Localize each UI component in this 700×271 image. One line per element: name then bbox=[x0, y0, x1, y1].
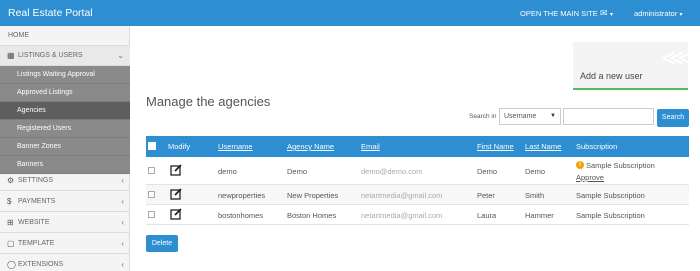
cell-agency-name: Demo bbox=[287, 167, 308, 176]
cell-first-name: Peter bbox=[477, 191, 495, 200]
cell-username: newproperties bbox=[218, 191, 266, 200]
sidebar: HOME ▦ LISTINGS & USERS ⌄ Listings Waiti… bbox=[0, 26, 130, 271]
table-row: bostonhomes Boston Homes netartmedia@gma… bbox=[146, 205, 689, 225]
sidebar-item-label: PAYMENTS bbox=[18, 198, 56, 205]
sidebar-item-label: EXTENSIONS bbox=[18, 261, 64, 268]
cell-subscription: Sample Subscription bbox=[576, 191, 645, 200]
cell-agency-name: Boston Homes bbox=[287, 211, 337, 220]
chevron-down-icon: ⌄ bbox=[117, 51, 124, 60]
sidebar-item-template[interactable]: ▢ TEMPLATE ‹ bbox=[0, 234, 130, 254]
chevron-left-icon: ‹ bbox=[121, 218, 124, 227]
cell-last-name: Smith bbox=[525, 191, 545, 200]
table-row: demo Demo demo@demo.com Demo Demo ! Sampl… bbox=[146, 157, 689, 185]
caret-down-icon: ▼ bbox=[550, 113, 556, 119]
cell-first-name: Laura bbox=[477, 211, 497, 220]
column-header-modify: Modify bbox=[168, 142, 191, 151]
cell-email: netartmedia@gmail.com bbox=[361, 211, 443, 220]
chevron-left-icon: ‹ bbox=[121, 176, 124, 185]
sidebar-subitem-label: Banner Zones bbox=[17, 143, 61, 150]
sidebar-item-home[interactable]: HOME bbox=[0, 26, 130, 46]
add-new-user-label: Add a new user bbox=[580, 71, 643, 81]
page-title: Manage the agencies bbox=[146, 94, 271, 109]
warning-icon: ! bbox=[576, 161, 584, 169]
cell-last-name: Hammer bbox=[525, 211, 554, 220]
top-navbar: Real Estate Portal OPEN THE MAIN SITE ✉ … bbox=[0, 0, 700, 26]
cell-username: bostonhomes bbox=[218, 211, 264, 220]
edit-icon[interactable] bbox=[170, 164, 182, 176]
sidebar-subitem-listings-waiting[interactable]: Listings Waiting Approval bbox=[0, 66, 130, 84]
sidebar-subitem-label: Registered Users bbox=[17, 125, 72, 132]
edit-icon[interactable] bbox=[170, 208, 182, 220]
chevron-left-icon: ‹ bbox=[121, 197, 124, 206]
sidebar-subitem-label: Agencies bbox=[17, 107, 46, 114]
cell-email: netartmedia@gmail.com bbox=[361, 191, 443, 200]
app-title[interactable]: Real Estate Portal bbox=[8, 7, 93, 19]
search-in-label: Search in bbox=[469, 113, 497, 120]
sitemap-icon: ⊞ bbox=[7, 218, 14, 227]
envelope-icon[interactable]: ✉ ▾ bbox=[600, 8, 613, 19]
gears-icon: ⚙ bbox=[7, 176, 15, 185]
sidebar-item-label: TEMPLATE bbox=[18, 240, 55, 247]
admin-menu[interactable]: administrator ▾ bbox=[634, 9, 682, 18]
column-header-email[interactable]: Email bbox=[361, 142, 380, 151]
approve-link[interactable]: Approve bbox=[576, 173, 604, 182]
sidebar-item-settings[interactable]: ⚙ SETTINGS ‹ bbox=[0, 171, 130, 191]
sidebar-subitem-agencies[interactable]: Agencies bbox=[0, 102, 130, 120]
subscription-label: Sample Subscription bbox=[586, 161, 655, 170]
search-input[interactable] bbox=[563, 108, 654, 125]
sidebar-item-label: HOME bbox=[8, 32, 29, 39]
delete-button[interactable]: Delete bbox=[146, 235, 178, 252]
search-field-select[interactable]: Username ▼ bbox=[499, 108, 561, 125]
add-new-user-card[interactable]: ⋘ Add a new user bbox=[573, 42, 692, 90]
sidebar-item-label: WEBSITE bbox=[18, 219, 50, 226]
sidebar-item-extensions[interactable]: ◯ EXTENSIONS ‹ bbox=[0, 255, 130, 271]
sidebar-item-listings-users[interactable]: ▦ LISTINGS & USERS ⌄ bbox=[0, 46, 130, 66]
table-icon: ▦ bbox=[7, 51, 15, 60]
table-header: Modify Username Agency Name Email First … bbox=[146, 136, 689, 157]
sidebar-subitem-label: Banners bbox=[17, 161, 44, 168]
select-all-checkbox[interactable] bbox=[148, 142, 156, 150]
cell-agency-name: New Properties bbox=[287, 191, 339, 200]
column-header-agency-name[interactable]: Agency Name bbox=[287, 142, 334, 151]
admin-label: administrator bbox=[634, 9, 678, 18]
column-header-subscription: Subscription bbox=[576, 142, 618, 151]
column-header-first-name[interactable]: First Name bbox=[477, 142, 514, 151]
open-main-site-link[interactable]: OPEN THE MAIN SITE bbox=[520, 9, 598, 18]
row-checkbox[interactable] bbox=[148, 191, 155, 198]
cell-first-name: Demo bbox=[477, 167, 498, 176]
sidebar-subitem-approved-listings[interactable]: Approved Listings bbox=[0, 84, 130, 102]
table-row: newproperties New Properties netartmedia… bbox=[146, 185, 689, 205]
dollar-icon: $ bbox=[7, 197, 12, 206]
chevron-left-icon: ‹ bbox=[121, 260, 124, 269]
square-icon: ▢ bbox=[7, 239, 15, 248]
column-header-username[interactable]: Username bbox=[218, 142, 253, 151]
row-checkbox[interactable] bbox=[148, 211, 155, 218]
cell-subscription: Sample Subscription bbox=[576, 211, 645, 220]
edit-icon[interactable] bbox=[170, 188, 182, 200]
sidebar-item-website[interactable]: ⊞ WEBSITE ‹ bbox=[0, 213, 130, 233]
chevron-left-icon: ‹ bbox=[121, 239, 124, 248]
sidebar-item-label: SETTINGS bbox=[18, 177, 54, 184]
column-header-last-name[interactable]: Last Name bbox=[525, 142, 561, 151]
cell-subscription: ! Sample Subscription bbox=[576, 161, 655, 170]
sidebar-item-payments[interactable]: $ PAYMENTS ‹ bbox=[0, 192, 130, 212]
chevron-down-icon: ▾ bbox=[679, 12, 683, 18]
sidebar-item-label: LISTINGS & USERS bbox=[18, 52, 83, 59]
share-icon: ⋘ bbox=[661, 45, 693, 70]
circle-icon: ◯ bbox=[7, 260, 16, 269]
sidebar-subitem-registered-users[interactable]: Registered Users bbox=[0, 120, 130, 138]
sidebar-subitem-label: Approved Listings bbox=[17, 89, 73, 96]
sidebar-subitem-banner-zones[interactable]: Banner Zones bbox=[0, 138, 130, 156]
cell-email: demo@demo.com bbox=[361, 167, 423, 176]
sidebar-subitem-label: Listings Waiting Approval bbox=[17, 71, 95, 78]
cell-username: demo bbox=[218, 167, 237, 176]
row-checkbox[interactable] bbox=[148, 167, 155, 174]
search-button[interactable]: Search bbox=[657, 109, 689, 127]
search-field-value: Username bbox=[504, 113, 537, 120]
cell-last-name: Demo bbox=[525, 167, 546, 176]
